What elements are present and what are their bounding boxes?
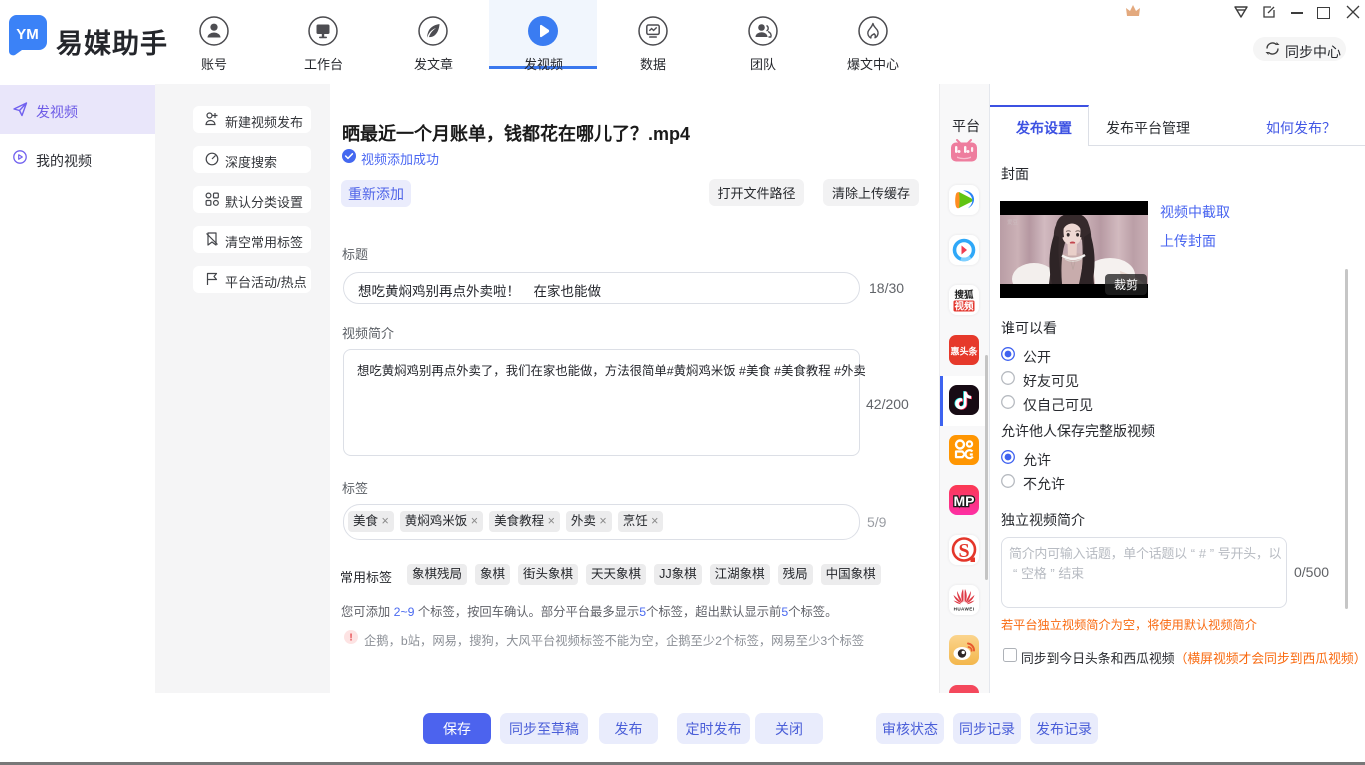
svg-text:爱豆: 爱豆 bbox=[1007, 218, 1019, 226]
svg-text:!: ! bbox=[349, 633, 352, 644]
svg-text:搜狐: 搜狐 bbox=[954, 289, 974, 301]
svg-text:MP: MP bbox=[954, 493, 975, 509]
svg-text:HUAWEI: HUAWEI bbox=[954, 607, 975, 612]
svg-text:视频: 视频 bbox=[954, 301, 974, 313]
svg-text:YM: YM bbox=[16, 26, 39, 43]
svg-text:S: S bbox=[958, 540, 969, 562]
svg-text:惠头条: 惠头条 bbox=[950, 346, 978, 357]
